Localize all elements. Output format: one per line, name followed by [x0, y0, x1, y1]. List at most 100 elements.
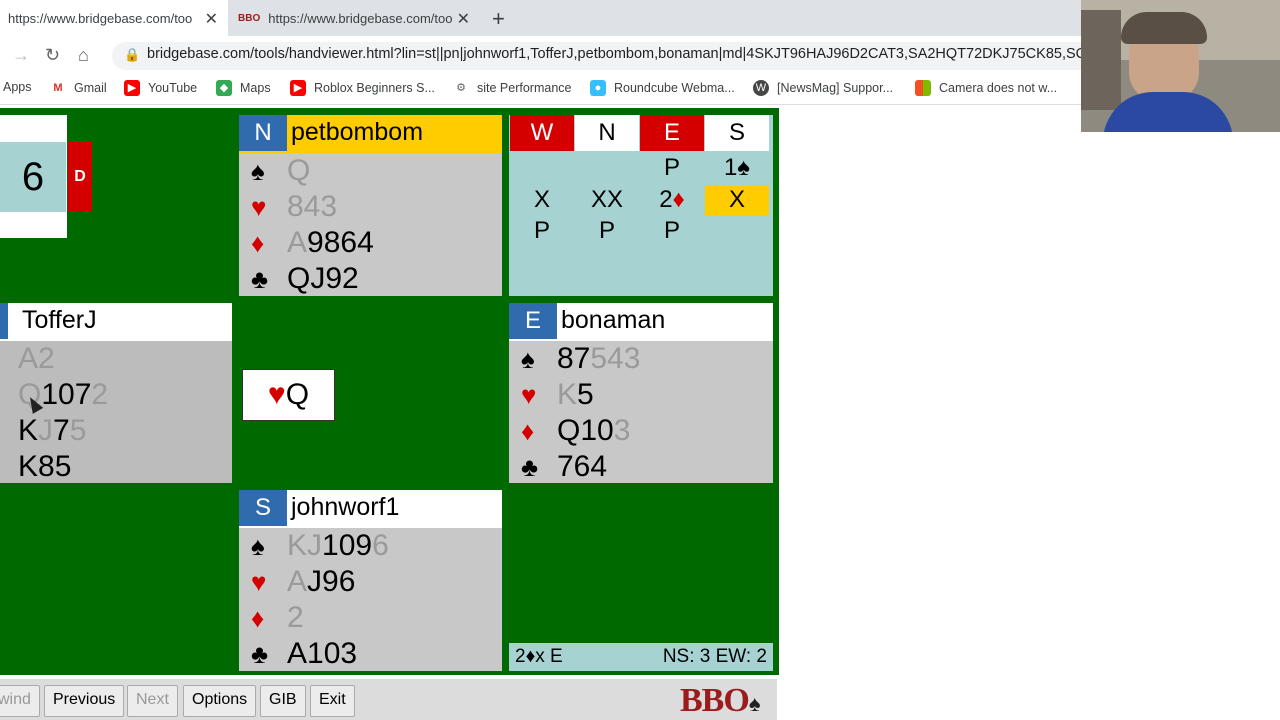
- east-clubs: ♣ 764: [521, 449, 607, 485]
- previous-button[interactable]: Previous: [44, 685, 125, 717]
- north-clubs: ♣ QJ92: [251, 261, 359, 297]
- bookmark-roblox[interactable]: ▶ Roblox Beginners S...: [290, 80, 435, 96]
- gmail-icon: M: [50, 80, 66, 96]
- held-cards[interactable]: QJ92: [287, 262, 359, 296]
- webcam-shirt: [1103, 92, 1233, 132]
- bookmark-apps[interactable]: Apps: [3, 80, 32, 94]
- held-cards[interactable]: J96: [307, 565, 355, 599]
- forward-icon[interactable]: →: [12, 45, 30, 66]
- north-player-name: petbombom: [291, 118, 424, 146]
- north-hand: N petbombom ♠ Q ♥ 843 ♦ A 9864 ♣ QJ92: [239, 115, 502, 296]
- played-cards: 2: [287, 601, 304, 634]
- diamond-icon: ♦: [251, 227, 265, 258]
- url-text[interactable]: bridgebase.com/tools/handviewer.html?lin…: [147, 46, 1082, 62]
- north-header: N petbombom: [239, 115, 502, 153]
- east-hand: E bonaman ♠ 87 543 ♥ K 5 ♦ Q10 3 ♣ 764: [509, 303, 773, 483]
- played-cards: J: [38, 414, 54, 447]
- bid: P: [663, 217, 680, 244]
- diamond-icon: ♦: [251, 602, 265, 633]
- webcam-overlay: [1081, 0, 1280, 132]
- club-icon: ♣: [251, 263, 269, 294]
- heart-icon: ♥: [251, 191, 267, 222]
- held-cards[interactable]: 5: [577, 378, 594, 412]
- bookmark-label: Apps: [3, 80, 32, 94]
- played-cards: KJ: [287, 529, 323, 562]
- rewind-button[interactable]: wind: [0, 685, 40, 717]
- played-cards: 543: [590, 342, 641, 375]
- bookmark-newsmag[interactable]: W [NewsMag] Suppor...: [753, 80, 893, 96]
- options-button[interactable]: Options: [183, 685, 257, 717]
- auction-header-west: W: [510, 115, 574, 151]
- home-icon[interactable]: ⌂: [78, 45, 89, 66]
- maps-icon: ◆: [216, 80, 232, 96]
- auction-header-north: N: [575, 115, 639, 151]
- bookmark-camera[interactable]: Camera does not w...: [915, 80, 1057, 96]
- south-hearts: ♥ A J96: [251, 564, 355, 600]
- held-cards[interactable]: 9864: [307, 226, 374, 260]
- bid: P: [533, 217, 550, 244]
- held-cards[interactable]: 87: [557, 342, 590, 376]
- close-tab-icon[interactable]: ✕: [205, 9, 218, 29]
- held-cards[interactable]: 7: [53, 414, 70, 448]
- east-diamonds: ♦ Q10 3: [521, 413, 630, 449]
- bookmark-gmail[interactable]: M Gmail: [50, 80, 107, 96]
- bid-highlighted: X: [705, 185, 769, 215]
- held-cards[interactable]: 109: [322, 529, 372, 563]
- current-trick-card: ♥Q: [242, 369, 335, 421]
- contract-status-bar: 2♦x E NS: 3 EW: 2: [509, 643, 773, 671]
- held-cards[interactable]: 107: [41, 378, 91, 412]
- card-rank: Q: [285, 378, 310, 411]
- east-header: E bonaman: [509, 303, 773, 341]
- played-cards: 843: [287, 190, 338, 223]
- south-player-name: johnworf1: [291, 493, 400, 521]
- south-diamonds: ♦ 2: [251, 600, 304, 636]
- club-icon: ♣: [251, 638, 269, 669]
- north-spades: ♠ Q: [251, 153, 310, 189]
- west-clubs: ♣K85: [0, 449, 71, 485]
- held-cards[interactable]: K85: [18, 450, 71, 484]
- club-icon: ♣: [0, 452, 18, 483]
- new-tab-icon[interactable]: +: [492, 6, 505, 32]
- bookmark-roundcube[interactable]: ● Roundcube Webma...: [590, 80, 735, 96]
- south-header: S johnworf1: [239, 490, 502, 528]
- bookmark-youtube[interactable]: ▶ YouTube: [124, 80, 197, 96]
- bookmark-label: Maps: [240, 81, 271, 95]
- tab-1[interactable]: https://www.bridgebase.com/tools/handvie…: [0, 0, 228, 36]
- north-diamonds: ♦ A 9864: [251, 225, 374, 261]
- held-cards[interactable]: Q10: [557, 414, 614, 448]
- lock-icon[interactable]: 🔒: [124, 47, 140, 63]
- performance-icon: ⚙: [453, 80, 469, 96]
- roundcube-icon: ●: [590, 80, 606, 96]
- west-player-name: TofferJ: [22, 306, 97, 334]
- tab-2[interactable]: BBO https://www.bridgebase.com/tools/han…: [228, 0, 480, 36]
- next-button[interactable]: Next: [127, 685, 178, 717]
- held-cards[interactable]: A103: [287, 637, 357, 671]
- wordpress-icon: W: [753, 80, 769, 96]
- bookmark-maps[interactable]: ◆ Maps: [216, 80, 271, 96]
- played-cards: A: [287, 565, 308, 598]
- played-cards: K: [557, 378, 578, 411]
- played-cards: 5: [69, 414, 87, 447]
- tab-2-title: https://www.bridgebase.com/tools/handvie…: [268, 10, 453, 26]
- board-number: 6: [0, 142, 66, 212]
- played-cards: A: [287, 226, 308, 259]
- close-tab-icon[interactable]: ✕: [457, 9, 470, 29]
- gib-button[interactable]: GIB: [260, 685, 306, 717]
- held-cards[interactable]: 764: [557, 450, 607, 484]
- heart-icon: ♥: [0, 380, 18, 411]
- bookmark-site-performance[interactable]: ⚙ site Performance: [453, 80, 571, 96]
- spade-icon: ♠: [521, 343, 535, 374]
- bookmark-label: Roblox Beginners S...: [314, 81, 435, 95]
- exit-button[interactable]: Exit: [310, 685, 355, 717]
- bookmark-label: Roundcube Webma...: [614, 81, 735, 95]
- west-seat-label: W: [0, 303, 8, 339]
- tricks-score: NS: 3 EW: 2: [662, 646, 767, 667]
- bid: P: [598, 217, 615, 244]
- east-hearts: ♥ K 5: [521, 377, 594, 413]
- bookmark-label: YouTube: [148, 81, 198, 95]
- youtube-icon: ▶: [290, 80, 306, 96]
- auction-box: W N E S P 1♠ X XX 2♦ X P P P: [509, 115, 773, 296]
- webcam-hair: [1121, 12, 1207, 44]
- reload-icon[interactable]: ↻: [45, 45, 60, 66]
- held-cards[interactable]: K: [18, 414, 38, 448]
